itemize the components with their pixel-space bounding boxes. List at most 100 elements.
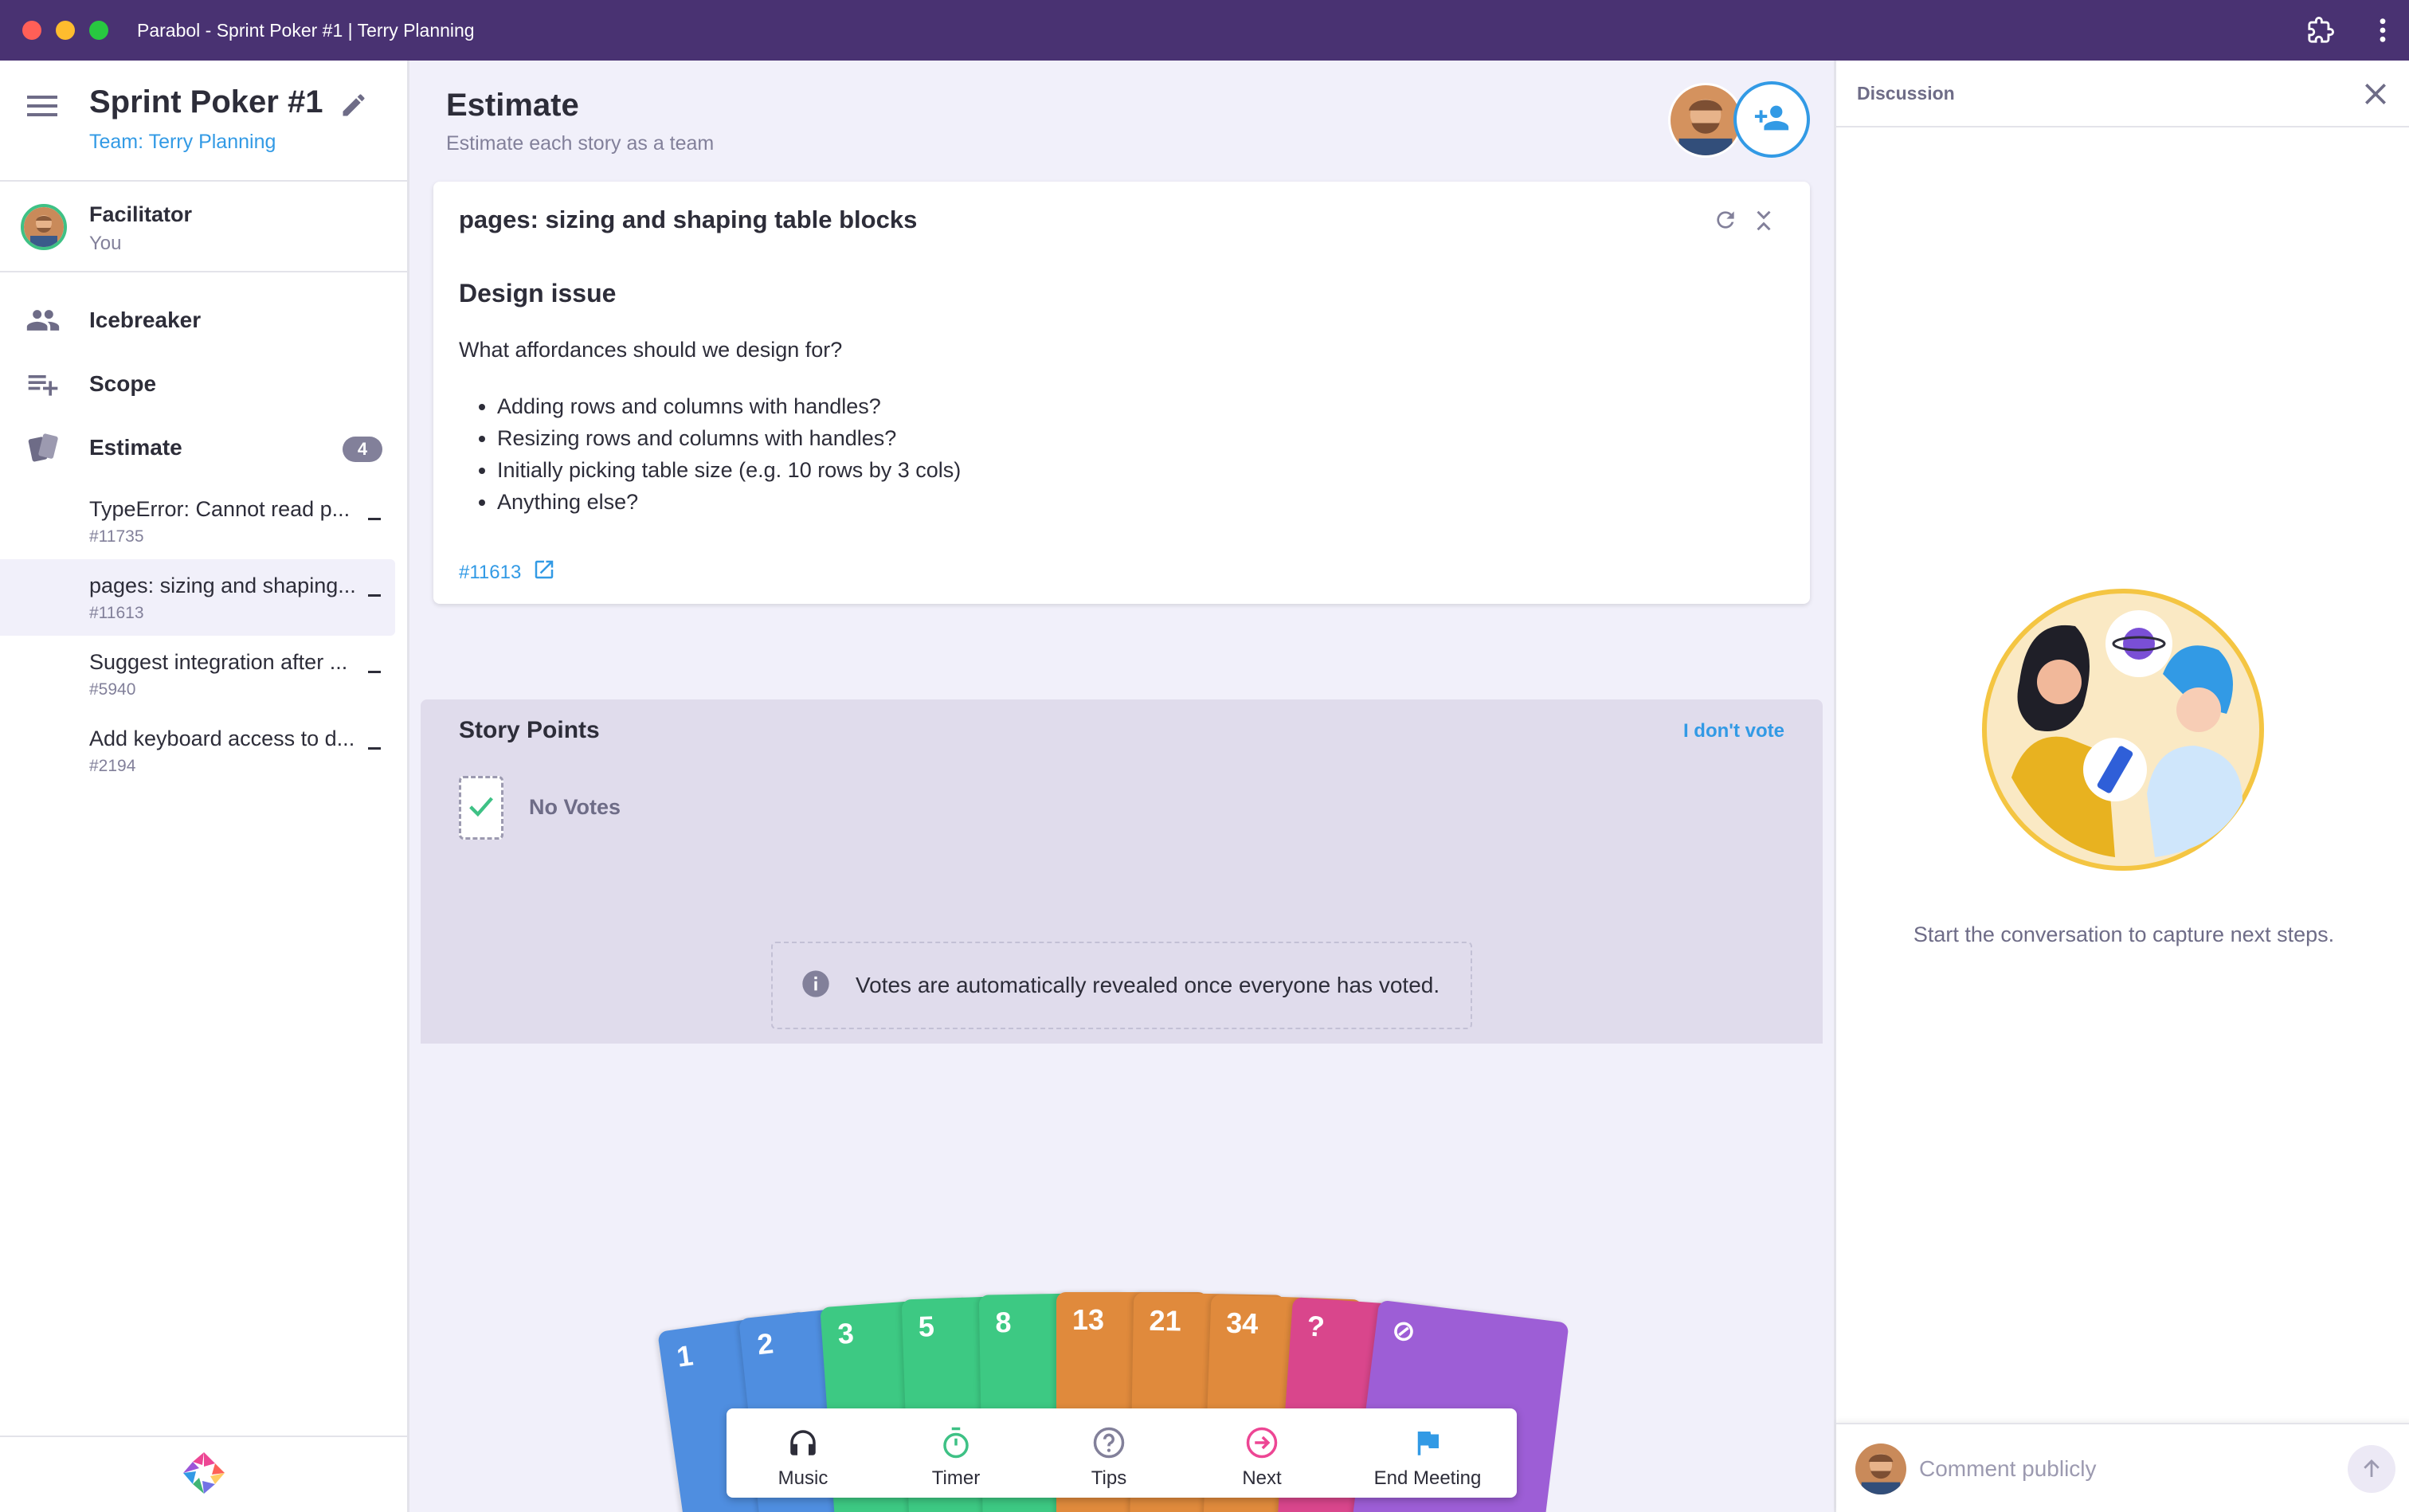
card-value: 1 [674,1338,695,1373]
timer-label: Timer [931,1467,981,1489]
story-id: #11735 [89,527,144,546]
parabol-logo-icon[interactable] [178,1447,229,1502]
open-in-new-icon [532,558,556,587]
story-id: #2194 [89,757,136,775]
card-value: 8 [995,1306,1012,1339]
card-value: 21 [1149,1303,1182,1338]
add-teammate-button[interactable] [1733,81,1810,158]
issue-link-label: #11613 [459,561,522,583]
comment-input[interactable] [1919,1448,2333,1490]
collapse-icon[interactable] [1754,209,1773,237]
avatar [1855,1443,1906,1494]
story-card-title: pages: sizing and shaping table blocks [459,206,918,233]
reveal-note-text: Votes are automatically revealed once ev… [856,973,1440,997]
discussion-header: Discussion [1836,61,2409,127]
story-points-title: Story Points [459,717,600,743]
page-title: Estimate [446,88,579,123]
extension-icon[interactable] [2307,17,2334,44]
card-value: ? [1306,1309,1326,1343]
maximize-window-button[interactable] [89,21,108,40]
story-id: #5940 [89,680,136,699]
next-label: Next [1242,1467,1282,1489]
music-label: Music [778,1467,828,1489]
comment-bar [1836,1423,2409,1512]
next-button[interactable]: Next [1185,1408,1338,1498]
sidebar-item-label: Estimate [89,435,182,460]
team-link[interactable]: Team: Terry Planning [89,131,276,154]
no-estimate-dash [368,671,381,673]
sidebar-header: Sprint Poker #1 Team: Terry Planning [0,61,407,182]
list-item: Adding rows and columns with handles? [497,390,961,422]
card-value: 5 [918,1310,935,1343]
sidebar-item-icebreaker[interactable]: Icebreaker [0,288,409,352]
facilitator-name: You [89,233,122,254]
story-list-item-active[interactable]: pages: sizing and shaping... #11613 [0,559,395,636]
info-icon [800,968,832,1004]
sidebar-item-label: Scope [89,371,157,396]
person-add-icon [1753,100,1790,140]
card-value: 13 [1072,1303,1105,1336]
vote-placeholder [459,776,503,840]
story-card: pages: sizing and shaping table blocks D… [433,182,1810,604]
story-list-item[interactable]: Add keyboard access to d... #2194 [0,712,395,789]
story-id: #11613 [89,604,144,622]
reveal-note: Votes are automatically revealed once ev… [771,942,1472,1029]
story-title: Add keyboard access to d... [89,727,355,750]
meeting-name: Sprint Poker #1 [89,84,323,119]
minimize-window-button[interactable] [56,21,75,40]
music-button[interactable]: Music [727,1408,879,1498]
menu-icon[interactable] [27,94,59,122]
card-value: ⊘ [1389,1312,1418,1349]
card-value: 34 [1225,1306,1259,1340]
window-title: Parabol - Sprint Poker #1 | Terry Planni… [137,19,475,41]
facilitator-label: Facilitator [89,202,193,226]
story-count-badge: 4 [343,437,382,462]
story-list-item[interactable]: Suggest integration after ... #5940 [0,636,395,712]
meeting-toolbar: Music Timer Tips Next End Meeting [727,1408,1517,1498]
end-meeting-button[interactable]: End Meeting [1338,1408,1517,1498]
dont-vote-button[interactable]: I don't vote [1683,720,1784,742]
close-window-button[interactable] [22,21,41,40]
sidebar-item-estimate[interactable]: Estimate 4 [0,416,409,480]
arrow-up-icon [2364,1459,2380,1477]
playlist-add-icon [25,366,61,405]
sidebar-item-label: Icebreaker [89,307,202,332]
more-vert-icon[interactable] [2379,17,2387,44]
avatar[interactable] [1668,83,1743,158]
card-value: 3 [836,1316,856,1350]
sidebar-item-scope[interactable]: Scope [0,352,409,416]
story-title: Suggest integration after ... [89,650,348,674]
timer-button[interactable]: Timer [879,1408,1032,1498]
refresh-icon[interactable] [1713,207,1738,237]
page-subtitle: Estimate each story as a team [446,132,715,155]
discussion-illustration [1980,586,2266,877]
arrow-forward-circle-icon [1246,1427,1278,1459]
story-points-panel: Story Points I don't vote No Votes Votes… [421,699,1823,1044]
no-estimate-dash [368,518,381,520]
close-icon[interactable] [2360,78,2391,114]
story-title: pages: sizing and shaping... [89,574,356,597]
sidebar-footer [0,1436,407,1512]
avatar [21,204,67,250]
list-item: Initially picking table size (e.g. 10 ro… [497,454,961,486]
timer-icon [943,1427,969,1459]
discussion-panel: Discussion Start the conversation to cap… [1834,61,2409,1512]
tips-button[interactable]: Tips [1032,1408,1185,1498]
story-title: TypeError: Cannot read p... [89,497,351,521]
window-controls [22,21,108,40]
edit-pencil-icon[interactable] [339,91,368,123]
no-estimate-dash [368,747,381,750]
send-comment-button[interactable] [2348,1445,2395,1493]
window-titlebar: Parabol - Sprint Poker #1 | Terry Planni… [0,0,2409,61]
story-question: What affordances should we design for? [459,338,843,362]
no-estimate-dash [368,594,381,597]
story-bullet-list: Adding rows and columns with handles? Re… [497,390,961,518]
flag-icon [1417,1432,1439,1455]
issue-link[interactable]: #11613 [459,558,556,587]
story-heading: Design issue [459,279,617,307]
card-value: 2 [755,1326,775,1361]
tips-label: Tips [1091,1467,1127,1489]
story-list-item[interactable]: TypeError: Cannot read p... #11735 [0,483,395,559]
discussion-title: Discussion [1857,83,1955,104]
facilitator-row[interactable]: Facilitator You [0,182,407,272]
